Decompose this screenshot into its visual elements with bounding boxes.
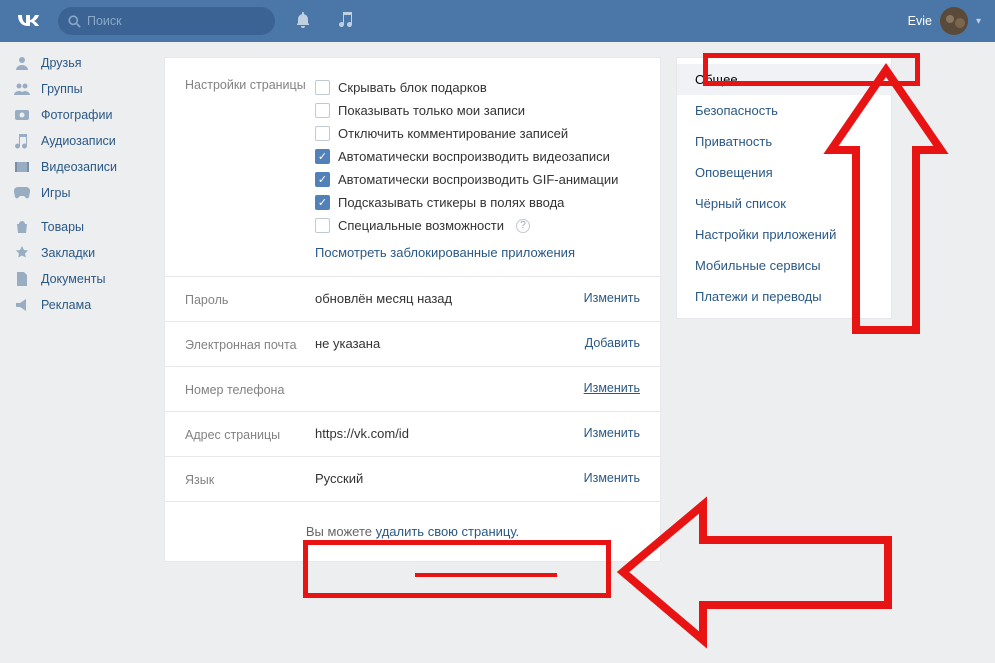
sidebar-item-bookmarks[interactable]: Закладки [0,240,164,266]
rnav-privacy[interactable]: Приватность [677,126,891,157]
search-input[interactable] [87,14,265,28]
sidebar-item-photos[interactable]: Фотографии [0,102,164,128]
sidebar-item-market[interactable]: Товары [0,214,164,240]
settings-panel: Настройки страницы Скрывать блок подарко… [164,57,661,562]
audio-icon [12,133,32,149]
delete-account-section: Вы можете удалить свою страницу. [165,502,660,561]
password-change-link[interactable]: Изменить [584,291,640,307]
checkbox-label: Подсказывать стикеры в полях ввода [338,195,564,210]
lang-change-link[interactable]: Изменить [584,471,640,487]
section-label-email: Электронная почта [185,336,315,352]
checkbox-sticker-suggest[interactable]: ✓ Подсказывать стикеры в полях ввода [315,191,640,214]
sidebar-item-ads[interactable]: Реклама [0,292,164,318]
avatar [940,7,968,35]
music-icon[interactable] [325,12,367,31]
checkbox-label: Автоматически воспроизводить видеозаписи [338,149,610,164]
market-icon [12,219,32,235]
user-name: Evie [908,14,932,28]
sidebar-item-label: Закладки [41,246,95,260]
section-label-password: Пароль [185,291,315,307]
rnav-notifications[interactable]: Оповещения [677,157,891,188]
email-value: не указана [315,336,585,352]
delete-prefix: Вы можете [306,524,376,539]
sidebar-item-label: Реклама [41,298,91,312]
friends-icon [12,55,32,71]
left-sidebar: Друзья Группы Фотографии Аудиозаписи Вид… [0,42,164,562]
vk-logo[interactable] [14,10,58,33]
sidebar-item-games[interactable]: Игры [0,180,164,206]
rnav-blacklist[interactable]: Чёрный список [677,188,891,219]
section-label-phone: Номер телефона [185,381,315,397]
blocked-apps-link[interactable]: Посмотреть заблокированные приложения [315,237,640,262]
section-label-lang: Язык [185,471,315,487]
checkbox-disable-comments[interactable]: Отключить комментирование записей [315,122,640,145]
phone-value [315,381,584,397]
checkbox-icon [315,103,330,118]
checkbox-icon [315,80,330,95]
search-box[interactable] [58,7,275,35]
sidebar-item-docs[interactable]: Документы [0,266,164,292]
sidebar-item-label: Документы [41,272,105,286]
help-icon[interactable]: ? [516,219,530,233]
section-label-url: Адрес страницы [185,426,315,442]
groups-icon [12,81,32,97]
rnav-general[interactable]: Общее [677,64,891,95]
settings-right-nav: Общее Безопасность Приватность Оповещени… [676,57,892,319]
annotation-underline-delete [415,573,557,577]
search-icon [68,15,81,28]
sidebar-item-groups[interactable]: Группы [0,76,164,102]
sidebar-item-label: Группы [41,82,83,96]
delete-account-link[interactable]: удалить свою страницу. [376,524,520,539]
checkbox-autoplay-video[interactable]: ✓ Автоматически воспроизводить видеозапи… [315,145,640,168]
email-add-link[interactable]: Добавить [585,336,640,352]
phone-change-link[interactable]: Изменить [584,381,640,397]
checkbox-label: Показывать только мои записи [338,103,525,118]
sidebar-item-label: Видеозаписи [41,160,117,174]
lang-value: Русский [315,471,584,487]
docs-icon [12,271,32,287]
sidebar-item-label: Игры [41,186,70,200]
sidebar-item-audio[interactable]: Аудиозаписи [0,128,164,154]
sidebar-item-label: Аудиозаписи [41,134,116,148]
notifications-icon[interactable] [281,12,325,31]
checkbox-icon: ✓ [315,195,330,210]
sidebar-item-friends[interactable]: Друзья [0,50,164,76]
checkbox-icon: ✓ [315,149,330,164]
checkbox-label: Отключить комментирование записей [338,126,568,141]
rnav-app-settings[interactable]: Настройки приложений [677,219,891,250]
section-label-page-settings: Настройки страницы [185,76,315,92]
checkbox-accessibility[interactable]: Специальные возможности ? [315,214,640,237]
checkbox-label: Автоматически воспроизводить GIF-анимаци… [338,172,618,187]
rnav-mobile[interactable]: Мобильные сервисы [677,250,891,281]
bookmarks-icon [12,245,32,261]
ads-icon [12,297,32,313]
checkbox-label: Скрывать блок подарков [338,80,487,95]
checkbox-icon: ✓ [315,172,330,187]
photos-icon [12,107,32,123]
sidebar-item-label: Друзья [41,56,82,70]
sidebar-item-label: Товары [41,220,84,234]
checkbox-label: Специальные возможности [338,218,504,233]
chevron-down-icon: ▾ [976,16,981,27]
checkbox-only-my-posts[interactable]: Показывать только мои записи [315,99,640,122]
user-menu[interactable]: Evie ▾ [898,7,981,35]
checkbox-hide-gifts[interactable]: Скрывать блок подарков [315,76,640,99]
sidebar-item-label: Фотографии [41,108,112,122]
checkbox-autoplay-gif[interactable]: ✓ Автоматически воспроизводить GIF-анима… [315,168,640,191]
url-change-link[interactable]: Изменить [584,426,640,442]
url-value: https://vk.com/id [315,426,584,442]
rnav-security[interactable]: Безопасность [677,95,891,126]
video-icon [12,159,32,175]
rnav-payments[interactable]: Платежи и переводы [677,281,891,312]
header-bar: Evie ▾ [0,0,995,42]
sidebar-item-video[interactable]: Видеозаписи [0,154,164,180]
games-icon [12,185,32,201]
checkbox-icon [315,126,330,141]
password-value: обновлён месяц назад [315,291,584,307]
checkbox-icon [315,218,330,233]
